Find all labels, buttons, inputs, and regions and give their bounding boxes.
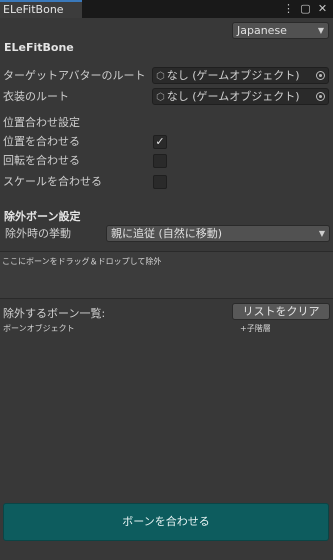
clear-list-button[interactable]: リストをクリア bbox=[232, 303, 330, 320]
rotation-checkbox[interactable] bbox=[153, 154, 167, 168]
page-title: ELeFitBone bbox=[4, 41, 74, 54]
window-tab[interactable]: ELeFitBone bbox=[0, 0, 82, 18]
exclude-behavior-label: 除外時の挙動 bbox=[5, 227, 71, 240]
language-value: Japanese bbox=[237, 24, 287, 37]
match-bones-button[interactable]: ボーンを合わせる bbox=[3, 503, 329, 541]
exclude-behavior-select[interactable]: 親に追従 (自然に移動) ▼ bbox=[106, 225, 330, 242]
scale-label: スケールを合わせる bbox=[3, 175, 102, 188]
gameobject-icon: ⬡ bbox=[156, 71, 165, 82]
column-bone-object: ボーンオブジェクト bbox=[3, 324, 75, 333]
maximize-icon[interactable]: ▢ bbox=[299, 2, 312, 16]
drop-hint: ここにボーンをドラッグ＆ドロップして除外 bbox=[2, 257, 162, 266]
language-select[interactable]: Japanese ▼ bbox=[232, 22, 329, 39]
costume-root-value: なし (ゲームオブジェクト) bbox=[166, 90, 300, 103]
rotation-label: 回転を合わせる bbox=[3, 154, 80, 167]
exclude-behavior-value: 親に追従 (自然に移動) bbox=[111, 227, 223, 240]
object-picker-icon[interactable] bbox=[316, 71, 325, 80]
position-label: 位置を合わせる bbox=[3, 135, 80, 148]
column-children: +子階層 bbox=[240, 324, 271, 333]
object-picker-icon[interactable] bbox=[316, 92, 325, 101]
target-avatar-field[interactable]: ⬡ なし (ゲームオブジェクト) bbox=[152, 67, 329, 84]
tab-icons: ⋮ ▢ ✕ bbox=[282, 2, 329, 16]
target-avatar-value: なし (ゲームオブジェクト) bbox=[166, 69, 300, 82]
close-icon[interactable]: ✕ bbox=[316, 2, 329, 16]
position-checkbox[interactable]: ✓ bbox=[153, 135, 167, 149]
alignment-heading: 位置合わせ設定 bbox=[3, 116, 80, 129]
excluded-bones-heading: 除外するボーン一覧: bbox=[3, 307, 106, 320]
check-icon: ✓ bbox=[155, 135, 165, 148]
menu-icon[interactable]: ⋮ bbox=[282, 2, 295, 16]
window-tab-bar: ELeFitBone ⋮ ▢ ✕ bbox=[0, 0, 333, 18]
exclude-heading: 除外ボーン設定 bbox=[4, 210, 81, 223]
target-avatar-label: ターゲットアバターのルート bbox=[3, 69, 146, 82]
chevron-down-icon: ▼ bbox=[318, 229, 325, 238]
costume-root-label: 衣装のルート bbox=[3, 90, 69, 103]
scale-checkbox[interactable] bbox=[153, 175, 167, 189]
gameobject-icon: ⬡ bbox=[156, 92, 165, 103]
costume-root-field[interactable]: ⬡ なし (ゲームオブジェクト) bbox=[152, 88, 329, 105]
chevron-down-icon: ▼ bbox=[317, 26, 324, 35]
bone-drop-zone[interactable]: ここにボーンをドラッグ＆ドロップして除外 bbox=[0, 251, 333, 299]
